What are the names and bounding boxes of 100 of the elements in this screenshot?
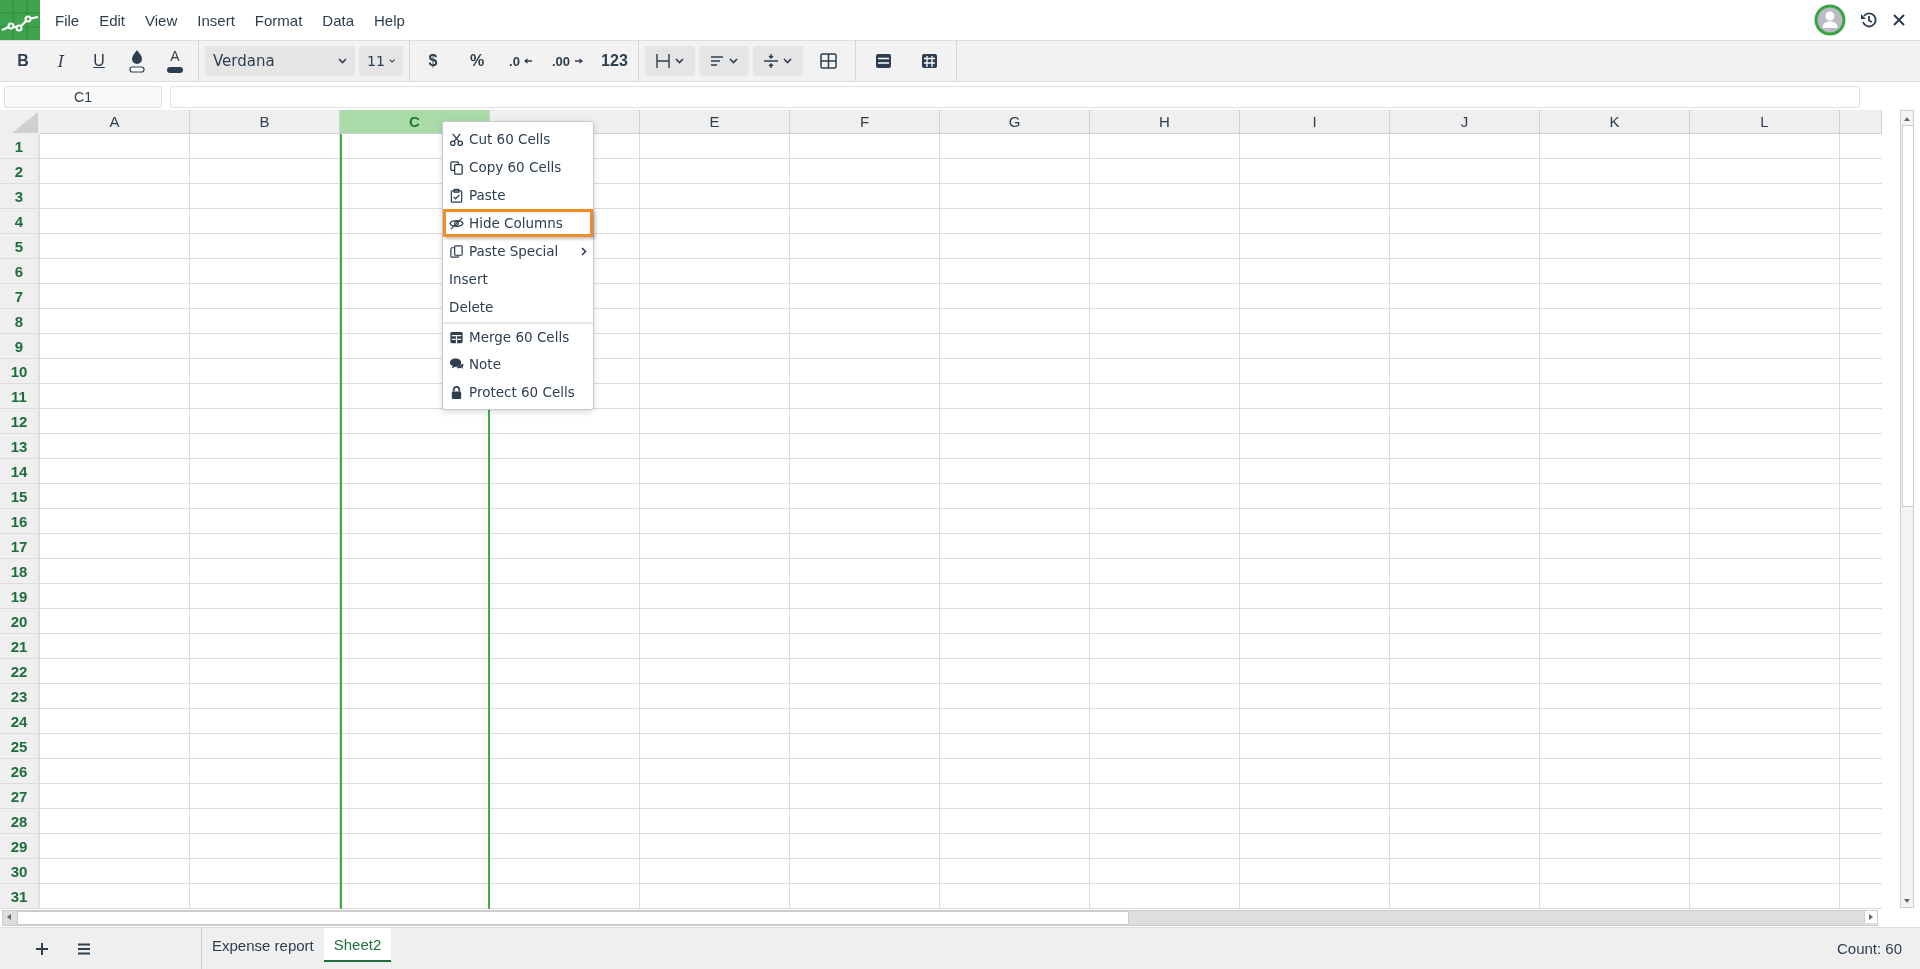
column-header[interactable]: B (190, 110, 340, 134)
row-header[interactable]: 9 (0, 334, 40, 359)
context-menu-item[interactable]: Paste (443, 181, 593, 209)
row-header[interactable]: 8 (0, 309, 40, 334)
column-header[interactable]: H (1090, 110, 1240, 134)
row-header[interactable]: 16 (0, 509, 40, 534)
row-header[interactable]: 25 (0, 734, 40, 759)
align-left-icon (709, 53, 726, 69)
row-header[interactable]: 30 (0, 859, 40, 884)
menu-item[interactable]: File (55, 11, 80, 29)
row-header[interactable]: 2 (0, 159, 40, 184)
menu-item[interactable]: Help (374, 11, 405, 29)
row-header[interactable]: 22 (0, 659, 40, 684)
font-dropdown[interactable]: Verdana (205, 46, 355, 76)
chevron-down-icon (729, 58, 739, 64)
row-header[interactable]: 19 (0, 584, 40, 609)
column-header[interactable]: J (1390, 110, 1540, 134)
row-header[interactable]: 24 (0, 709, 40, 734)
chevron-down-icon (338, 58, 347, 64)
vertical-scrollbar[interactable] (1900, 110, 1914, 908)
chevron-down-icon (675, 58, 685, 64)
number-format-button[interactable]: 123 (597, 46, 632, 76)
formula-field[interactable] (170, 86, 1860, 108)
row-header[interactable]: 20 (0, 609, 40, 634)
name-box[interactable]: C1 (4, 86, 162, 108)
row-header[interactable]: 5 (0, 234, 40, 259)
context-menu-item[interactable]: Note (443, 350, 593, 378)
eye-slash-icon (449, 215, 464, 231)
font-size-dropdown[interactable]: 11 (359, 46, 403, 76)
italic-button[interactable]: I (44, 46, 78, 76)
row-header[interactable]: 1 (0, 134, 40, 159)
underline-button[interactable]: U (82, 46, 116, 76)
scroll-right-icon[interactable] (1864, 911, 1877, 923)
row-header[interactable]: 28 (0, 809, 40, 834)
sheet-tab[interactable]: Expense report (202, 928, 324, 962)
clipboard-icon (449, 187, 464, 203)
close-icon[interactable] (1892, 13, 1906, 27)
percent-button[interactable]: % (460, 46, 494, 76)
borders-icon (655, 53, 672, 69)
context-menu-item[interactable]: Copy 60 Cells (443, 153, 593, 181)
vertical-align-icon (763, 53, 780, 69)
borders-dropdown[interactable] (644, 46, 695, 76)
arrow-left-icon (523, 58, 533, 64)
row-header[interactable]: 29 (0, 834, 40, 859)
speech-bubbles-icon (449, 356, 464, 372)
cell-grid[interactable] (40, 134, 1882, 909)
row-header[interactable]: 17 (0, 534, 40, 559)
menu-item[interactable]: Insert (197, 11, 235, 29)
vertical-align-dropdown[interactable] (752, 46, 803, 76)
row-header[interactable]: 14 (0, 459, 40, 484)
row-header[interactable]: 15 (0, 484, 40, 509)
sheet-tab[interactable]: Sheet2 (323, 928, 392, 962)
column-header[interactable]: L (1690, 110, 1840, 134)
copy-icon (449, 159, 464, 175)
menu-item[interactable]: Edit (99, 11, 126, 29)
row-header[interactable]: 6 (0, 259, 40, 284)
history-icon[interactable] (1860, 11, 1878, 29)
context-menu-item[interactable]: Delete (443, 293, 593, 321)
increase-decimals-button[interactable]: .00 (548, 46, 588, 76)
row-header[interactable]: 21 (0, 634, 40, 659)
row-header[interactable]: 13 (0, 434, 40, 459)
clipboard-icon (449, 243, 464, 259)
status-count: Count: 60 (1836, 940, 1903, 957)
row-header[interactable]: 27 (0, 784, 40, 809)
column-header[interactable]: F (790, 110, 940, 134)
decrease-decimals-button[interactable]: .0 (504, 46, 538, 76)
text-color-button[interactable]: A (158, 46, 192, 76)
avatar-icon[interactable] (1814, 4, 1846, 36)
chevron-down-icon (783, 58, 793, 64)
menu-item[interactable]: Format (254, 11, 303, 29)
bold-button[interactable]: B (6, 46, 40, 76)
context-menu-item[interactable]: Protect 60 Cells (443, 378, 593, 406)
column-header[interactable]: I (1240, 110, 1390, 134)
row-header[interactable]: 3 (0, 184, 40, 209)
row-header[interactable]: 4 (0, 209, 40, 234)
row-header[interactable]: 23 (0, 684, 40, 709)
row-header[interactable]: 12 (0, 409, 40, 434)
scissors-icon (449, 131, 464, 147)
menu-item[interactable]: Data (322, 11, 354, 29)
column-header[interactable]: G (940, 110, 1090, 134)
context-menu-item[interactable]: Merge 60 Cells (443, 322, 593, 350)
align-dropdown[interactable] (698, 46, 749, 76)
table-icon (449, 329, 464, 345)
row-header[interactable]: 31 (0, 884, 40, 909)
row-header[interactable]: 7 (0, 284, 40, 309)
menu-item[interactable]: View (145, 11, 178, 29)
row-header[interactable]: 26 (0, 759, 40, 784)
chevron-right-icon (581, 246, 587, 256)
context-menu-item[interactable]: Paste Special (443, 237, 593, 265)
column-header[interactable]: E (640, 110, 790, 134)
arrow-right-icon (574, 58, 584, 64)
context-menu-item[interactable]: Hide Columns (443, 209, 593, 237)
currency-button[interactable]: $ (416, 46, 450, 76)
column-header[interactable]: K (1540, 110, 1690, 134)
column-header[interactable]: A (40, 110, 190, 134)
context-menu-item[interactable]: Insert (443, 265, 593, 293)
row-header[interactable]: 10 (0, 359, 40, 384)
row-header[interactable]: 11 (0, 384, 40, 409)
row-header[interactable]: 18 (0, 559, 40, 584)
chevron-down-icon (388, 58, 395, 64)
